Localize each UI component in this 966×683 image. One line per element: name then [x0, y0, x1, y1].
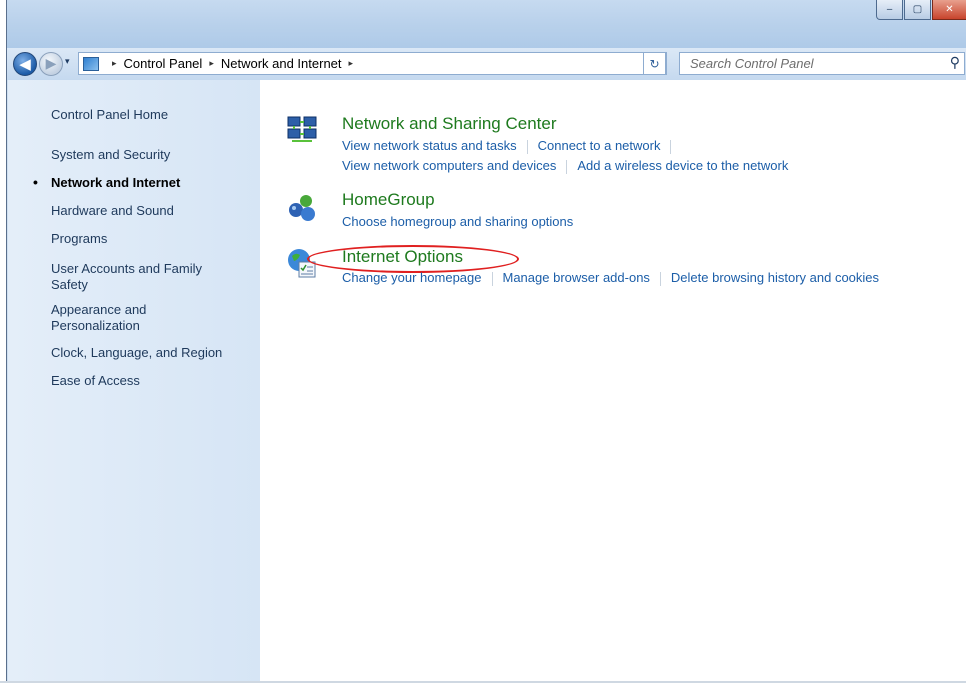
recent-pages-dropdown[interactable]: ▾	[65, 57, 70, 67]
network-sharing-center-link[interactable]: Network and Sharing Center	[342, 114, 557, 134]
navigation-bar: ◀ ▶ ▾ ▸ Control Panel ▸ Network and Inte…	[7, 48, 966, 80]
control-panel-window: ‒ ▢ ✕ ◀ ▶ ▾ ▸ Control Panel ▸ Network an…	[6, 0, 966, 681]
address-bar[interactable]: ▸ Control Panel ▸ Network and Internet ▸…	[78, 52, 667, 75]
main-content: Network and Sharing Center View network …	[260, 80, 966, 681]
change-homepage-link[interactable]: Change your homepage	[342, 270, 482, 285]
sidebar: Control Panel Home System and Security •…	[8, 80, 260, 681]
sidebar-item-system-and-security[interactable]: System and Security	[51, 147, 251, 163]
breadcrumb-separator-icon[interactable]: ▸	[349, 58, 354, 69]
homegroup-icon	[289, 195, 315, 221]
search-input[interactable]	[688, 55, 942, 72]
sidebar-item-programs[interactable]: Programs	[51, 231, 251, 247]
active-bullet-icon: •	[33, 174, 38, 190]
title-bar[interactable]: ‒ ▢ ✕	[7, 0, 966, 48]
minimize-button[interactable]: ‒	[876, 0, 903, 20]
breadcrumb-network-and-internet[interactable]: Network and Internet	[221, 56, 342, 71]
connect-to-network-link[interactable]: Connect to a network	[538, 138, 661, 153]
maximize-button[interactable]: ▢	[904, 0, 931, 20]
forward-button[interactable]: ▶	[39, 52, 63, 76]
control-panel-icon	[83, 56, 99, 71]
link-divider	[566, 159, 568, 174]
breadcrumb-separator-icon[interactable]: ▸	[112, 58, 117, 69]
network-sharing-links-row-1: View network status and tasks Connect to …	[342, 138, 681, 154]
sidebar-item-label: Network and Internet	[51, 175, 181, 190]
link-divider	[491, 271, 493, 286]
close-button[interactable]: ✕	[932, 0, 966, 20]
sidebar-item-network-and-internet[interactable]: • Network and Internet	[33, 174, 251, 191]
back-button[interactable]: ◀	[13, 52, 37, 76]
breadcrumb-control-panel[interactable]: Control Panel	[124, 56, 203, 71]
sidebar-item-clock-language-region[interactable]: Clock, Language, and Region	[51, 345, 251, 361]
homegroup-links-row: Choose homegroup and sharing options	[342, 214, 573, 229]
link-divider	[670, 139, 672, 154]
refresh-button[interactable]: ↻	[643, 52, 666, 75]
sidebar-item-control-panel-home[interactable]: Control Panel Home	[51, 107, 251, 123]
network-sharing-icon	[287, 116, 317, 142]
link-divider	[526, 139, 528, 154]
view-network-computers-link[interactable]: View network computers and devices	[342, 158, 556, 173]
manage-browser-addons-link[interactable]: Manage browser add-ons	[503, 270, 650, 285]
network-sharing-links-row-2: View network computers and devices Add a …	[342, 158, 788, 174]
internet-options-links-row: Change your homepage Manage browser add-o…	[342, 270, 879, 286]
choose-homegroup-options-link[interactable]: Choose homegroup and sharing options	[342, 214, 573, 229]
link-divider	[659, 271, 661, 286]
search-icon[interactable]: ⚲	[950, 55, 960, 71]
search-box[interactable]: ⚲	[679, 52, 965, 75]
add-wireless-device-link[interactable]: Add a wireless device to the network	[577, 158, 788, 173]
sidebar-item-appearance[interactable]: Appearance and Personalization	[51, 302, 191, 334]
sidebar-item-ease-of-access[interactable]: Ease of Access	[51, 373, 251, 389]
caption-buttons: ‒ ▢ ✕	[875, 0, 966, 20]
sidebar-item-user-accounts[interactable]: User Accounts and Family Safety	[51, 261, 236, 293]
breadcrumb-separator-icon[interactable]: ▸	[209, 58, 214, 69]
homegroup-link[interactable]: HomeGroup	[342, 190, 435, 210]
view-network-status-link[interactable]: View network status and tasks	[342, 138, 517, 153]
sidebar-item-hardware-and-sound[interactable]: Hardware and Sound	[51, 203, 251, 219]
highlight-annotation	[307, 245, 519, 273]
delete-browsing-history-link[interactable]: Delete browsing history and cookies	[671, 270, 879, 285]
